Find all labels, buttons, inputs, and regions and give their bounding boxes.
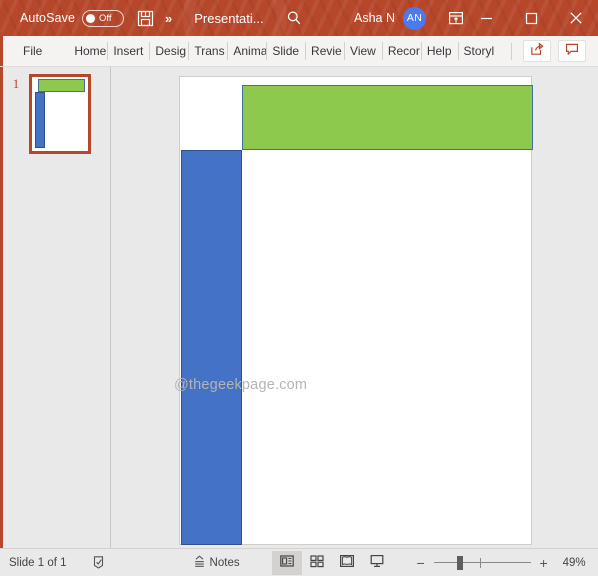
- tab-storyline[interactable]: Storyl: [457, 36, 497, 66]
- thumbnail-canvas: [34, 79, 86, 149]
- quick-access-toolbar: AutoSave Off » Presentati...: [0, 9, 302, 27]
- reading-view-button[interactable]: [332, 551, 362, 575]
- slide-editing-area[interactable]: @thegeekpage.com: [117, 67, 598, 548]
- zoom-out-button[interactable]: −: [412, 555, 430, 571]
- slide-show-button[interactable]: [362, 551, 392, 575]
- comments-button[interactable]: [558, 40, 586, 62]
- autosave-state-label: Off: [99, 12, 112, 24]
- autosave-toggle-knob: [86, 13, 96, 23]
- tab-transitions[interactable]: Trans: [188, 36, 227, 66]
- title-bar: AutoSave Off » Presentati... Asha N AN: [0, 0, 598, 36]
- autosave-label: AutoSave: [20, 11, 76, 25]
- slide-canvas[interactable]: [179, 76, 533, 545]
- comment-icon: [565, 42, 579, 61]
- status-bar: Slide 1 of 1 Notes − + 49%: [0, 548, 598, 576]
- autosave-toggle[interactable]: Off: [82, 9, 125, 27]
- tab-home[interactable]: Home: [68, 36, 107, 66]
- thumbnail-blue-rectangle: [34, 92, 45, 149]
- thumbnail-green-rectangle: [37, 79, 86, 93]
- ribbon-display-options-icon[interactable]: [448, 10, 464, 26]
- normal-view-icon: [279, 553, 295, 572]
- maximize-button[interactable]: [509, 0, 554, 36]
- ribbon-actions: [511, 36, 598, 66]
- slide-number: 1: [12, 76, 20, 91]
- tab-record[interactable]: Recor: [381, 36, 421, 66]
- slide-count-label[interactable]: Slide 1 of 1: [9, 557, 67, 569]
- slide-thumbnail-1[interactable]: [29, 74, 91, 154]
- workspace: 1 @thegeekpage.com: [0, 67, 598, 548]
- green-rectangle-shape[interactable]: [242, 85, 533, 150]
- zoom-slider-track: [433, 562, 531, 563]
- zoom-slider[interactable]: [433, 555, 531, 570]
- slide-show-icon: [369, 553, 385, 572]
- notes-label: Notes: [209, 556, 240, 569]
- share-button[interactable]: [523, 40, 551, 62]
- zoom-level-label[interactable]: 49%: [563, 557, 586, 569]
- tab-animations[interactable]: Anima: [227, 36, 266, 66]
- thumbnail-row[interactable]: 1: [3, 67, 110, 154]
- quick-access-more-icon[interactable]: »: [165, 11, 172, 26]
- notes-button[interactable]: Notes: [192, 554, 240, 572]
- zoom-slider-tick: [480, 557, 482, 568]
- view-buttons: [271, 550, 392, 575]
- save-icon[interactable]: [137, 10, 154, 27]
- accessibility-checker-icon[interactable]: [92, 555, 107, 570]
- close-button[interactable]: [554, 0, 598, 36]
- notes-icon: [192, 554, 207, 572]
- ribbon-tab-bar: File Home Insert Desig Trans Anima Slide…: [0, 36, 598, 67]
- zoom-slider-handle[interactable]: [456, 555, 463, 570]
- normal-view-button[interactable]: [271, 550, 302, 575]
- tab-file[interactable]: File: [14, 36, 51, 66]
- tab-slide-show[interactable]: Slide: [266, 36, 305, 66]
- zoom-control: − +: [412, 555, 553, 571]
- minimize-button[interactable]: [464, 0, 509, 36]
- slide-sorter-icon: [309, 553, 325, 572]
- reading-view-icon: [339, 553, 355, 572]
- tab-insert[interactable]: Insert: [107, 36, 149, 66]
- avatar[interactable]: AN: [403, 6, 426, 30]
- user-name[interactable]: Asha N: [354, 11, 395, 25]
- ribbon-divider: [511, 42, 512, 60]
- zoom-in-button[interactable]: +: [535, 555, 553, 571]
- tab-help[interactable]: Help: [420, 36, 458, 66]
- share-icon: [530, 41, 544, 61]
- document-title[interactable]: Presentati...: [194, 11, 263, 26]
- search-icon[interactable]: [286, 10, 302, 26]
- tab-review[interactable]: Revie: [305, 36, 344, 66]
- tab-view[interactable]: View: [344, 36, 382, 66]
- slide-sorter-button[interactable]: [302, 551, 332, 575]
- blue-rectangle-shape[interactable]: [181, 150, 242, 545]
- slide-thumbnail-panel[interactable]: 1: [3, 67, 111, 548]
- tab-design[interactable]: Desig: [149, 36, 188, 66]
- title-bar-right: Asha N AN: [354, 0, 598, 36]
